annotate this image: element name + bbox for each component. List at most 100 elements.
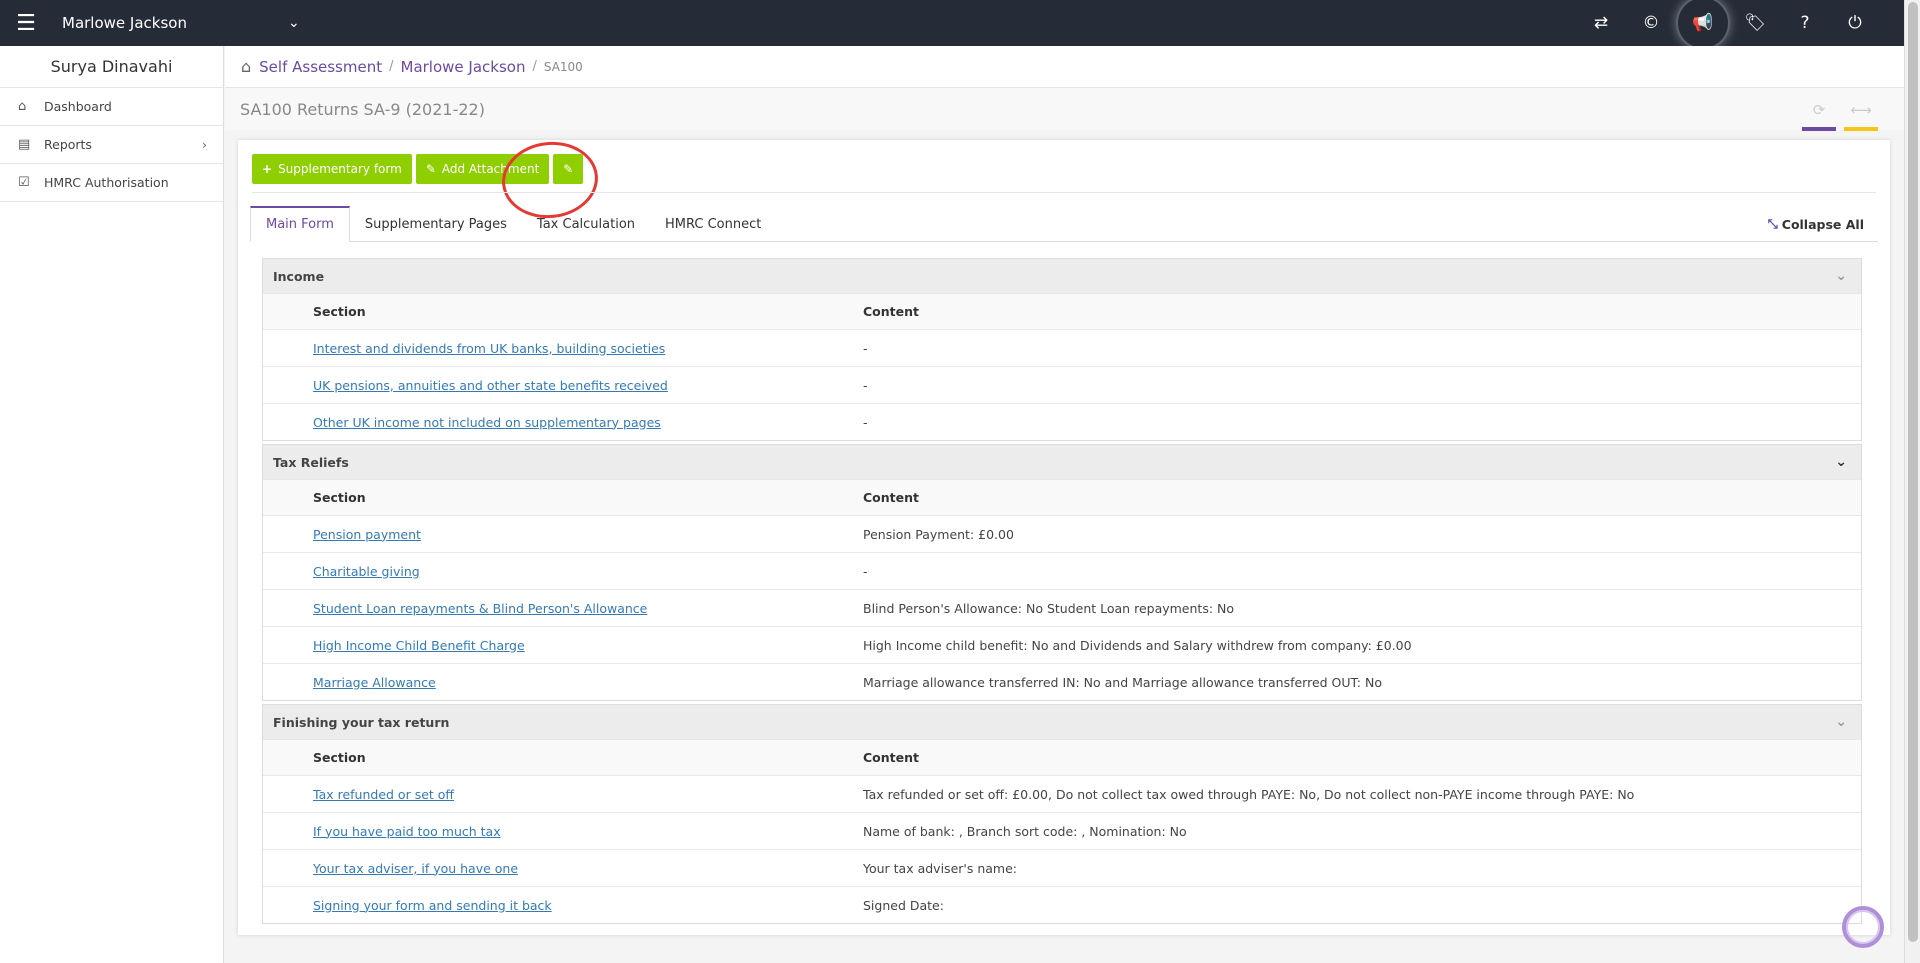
swap-icon[interactable]: ⇄ xyxy=(1576,0,1626,46)
table-row: Tax refunded or set off Tax refunded or s… xyxy=(263,775,1861,812)
top-navbar: ☰ Marlowe Jackson ⌄ ⇄ © 📢 🏷 ? ⏻ xyxy=(0,0,1904,48)
vertical-scrollbar[interactable] xyxy=(1904,0,1920,963)
content-value: Your tax adviser's name: xyxy=(863,860,1017,876)
collapse-all-button[interactable]: ⤡ Collapse All xyxy=(1768,206,1864,242)
breadcrumb-self-assessment[interactable]: Self Assessment xyxy=(259,58,382,76)
content-value: Marriage allowance transferred IN: No an… xyxy=(863,674,1382,690)
section-title: Tax Reliefs xyxy=(273,454,349,470)
content-value: - xyxy=(863,563,868,579)
sidebar: Surya Dinavahi ⌂ Dashboard ▤ Reports › ☑… xyxy=(0,46,224,963)
page-title: SA100 Returns SA-9 (2021-22) xyxy=(240,99,485,119)
expand-horizontal-icon[interactable]: ⟷ xyxy=(1840,94,1882,131)
scrollbar-thumb[interactable] xyxy=(1908,2,1918,942)
copyright-icon[interactable]: © xyxy=(1626,0,1676,46)
form-sections: Income ⌄ Section Content Interest and di… xyxy=(262,258,1862,927)
megaphone-icon[interactable]: 📢 xyxy=(1678,0,1728,48)
table-row: If you have paid too much tax Name of ban… xyxy=(263,812,1861,849)
plus-icon: + xyxy=(262,162,273,176)
chevron-down-icon[interactable]: ⌄ xyxy=(1835,454,1847,470)
edit-button[interactable]: ✎ xyxy=(553,154,584,184)
chevron-down-icon[interactable]: ⌄ xyxy=(1835,268,1847,284)
section-header[interactable]: Income ⌄ xyxy=(263,259,1861,293)
breadcrumb-separator: / xyxy=(532,59,537,74)
table-row: UK pensions, annuities and other state b… xyxy=(263,366,1861,403)
column-header-section: Section xyxy=(313,490,366,505)
add-attachment-label: Add Attachment xyxy=(441,162,540,176)
content-value: Name of bank: , Branch sort code: , Nomi… xyxy=(863,823,1187,839)
section-link[interactable]: Signing your form and sending it back xyxy=(313,898,552,913)
home-icon: ⌂ xyxy=(18,99,27,114)
sidebar-item-reports[interactable]: ▤ Reports › xyxy=(0,126,223,164)
edit-icon: ✎ xyxy=(563,162,574,176)
loading-spinner-icon xyxy=(1842,906,1884,948)
tab-supplementary-pages[interactable]: Supplementary Pages xyxy=(350,206,522,242)
table-header-row: Section Content xyxy=(263,739,1861,775)
section-link[interactable]: Charitable giving xyxy=(313,564,420,579)
section-link[interactable]: UK pensions, annuities and other state b… xyxy=(313,378,668,393)
sidebar-item-label: Reports xyxy=(44,137,92,152)
table-row: Marriage Allowance Marriage allowance tra… xyxy=(263,663,1861,700)
help-icon[interactable]: ? xyxy=(1780,0,1830,46)
section-link[interactable]: Marriage Allowance xyxy=(313,675,436,690)
table-header-row: Section Content xyxy=(263,479,1861,515)
content-value: - xyxy=(863,414,868,430)
section-link[interactable]: Student Loan repayments & Blind Person's… xyxy=(313,601,647,616)
section-tax-reliefs: Tax Reliefs ⌄ Section Content Pension pa… xyxy=(262,444,1862,701)
power-icon[interactable]: ⏻ xyxy=(1830,0,1880,46)
toolbar: + Supplementary form ✎ Add Attachment ✎ xyxy=(252,137,602,223)
breadcrumb-separator: / xyxy=(389,59,394,74)
column-header-section: Section xyxy=(313,304,366,319)
top-icon-group: ⇄ © 📢 🏷 ? ⏻ xyxy=(1576,0,1880,48)
column-header-content: Content xyxy=(863,304,919,319)
page-actions: ⟳ ⟷ xyxy=(1798,94,1882,131)
page-header: SA100 Returns SA-9 (2021-22) ⟳ ⟷ xyxy=(225,88,1904,131)
sidebar-item-label: HMRC Authorisation xyxy=(44,175,169,190)
sidebar-item-label: Dashboard xyxy=(44,99,112,114)
section-title: Finishing your tax return xyxy=(273,714,450,730)
chevron-right-icon: › xyxy=(202,137,207,152)
breadcrumb-current: SA100 xyxy=(543,59,583,74)
section-link[interactable]: High Income Child Benefit Charge xyxy=(313,638,525,653)
table-row: Charitable giving - xyxy=(263,552,1861,589)
client-name: Marlowe Jackson xyxy=(62,14,187,32)
collapse-all-label: Collapse All xyxy=(1781,216,1864,232)
chevron-down-icon[interactable]: ⌄ xyxy=(288,15,300,31)
section-link[interactable]: Tax refunded or set off xyxy=(313,787,454,802)
tag-icon[interactable]: 🏷 xyxy=(1730,0,1780,46)
section-link[interactable]: If you have paid too much tax xyxy=(313,824,501,839)
refresh-icon[interactable]: ⟳ xyxy=(1798,94,1840,131)
section-header[interactable]: Tax Reliefs ⌄ xyxy=(263,445,1861,479)
section-link[interactable]: Other UK income not included on suppleme… xyxy=(313,415,661,430)
home-icon[interactable]: ⌂ xyxy=(241,57,251,76)
tab-bar: Main Form Supplementary Pages Tax Calcul… xyxy=(250,206,1878,242)
paperclip-icon: ✎ xyxy=(425,162,436,176)
section-link[interactable]: Interest and dividends from UK banks, bu… xyxy=(313,341,665,356)
tab-hmrc-connect[interactable]: HMRC Connect xyxy=(650,206,776,242)
section-header[interactable]: Finishing your tax return ⌄ xyxy=(263,705,1861,739)
table-row: Student Loan repayments & Blind Person's… xyxy=(263,589,1861,626)
content-value: High Income child benefit: No and Divide… xyxy=(863,637,1412,653)
content-value: - xyxy=(863,377,868,393)
checkbox-icon: ☑ xyxy=(18,175,30,190)
section-link[interactable]: Pension payment xyxy=(313,527,421,542)
tab-main-form[interactable]: Main Form xyxy=(250,206,350,242)
section-link[interactable]: Your tax adviser, if you have one xyxy=(313,861,518,876)
tab-tax-calculation[interactable]: Tax Calculation xyxy=(522,206,650,242)
table-row: Pension payment Pension Payment: £0.00 xyxy=(263,515,1861,552)
content-value: Blind Person's Allowance: No Student Loa… xyxy=(863,600,1235,616)
document-icon: ▤ xyxy=(18,137,31,152)
supplementary-form-label: Supplementary form xyxy=(278,162,402,176)
sidebar-item-dashboard[interactable]: ⌂ Dashboard xyxy=(0,88,223,126)
breadcrumb-client[interactable]: Marlowe Jackson xyxy=(401,58,526,76)
menu-icon[interactable]: ☰ xyxy=(0,0,52,46)
divider xyxy=(252,192,1876,193)
content-value: - xyxy=(863,340,868,356)
sidebar-item-hmrc-authorisation[interactable]: ☑ HMRC Authorisation xyxy=(0,164,223,202)
sidebar-user-name: Surya Dinavahi xyxy=(0,46,223,88)
table-row: Other UK income not included on suppleme… xyxy=(263,403,1861,440)
section-title: Income xyxy=(273,268,325,284)
chevron-down-icon[interactable]: ⌄ xyxy=(1835,714,1847,730)
supplementary-form-button[interactable]: + Supplementary form xyxy=(252,154,412,184)
table-row: Interest and dividends from UK banks, bu… xyxy=(263,329,1861,366)
add-attachment-button[interactable]: ✎ Add Attachment xyxy=(415,154,550,184)
